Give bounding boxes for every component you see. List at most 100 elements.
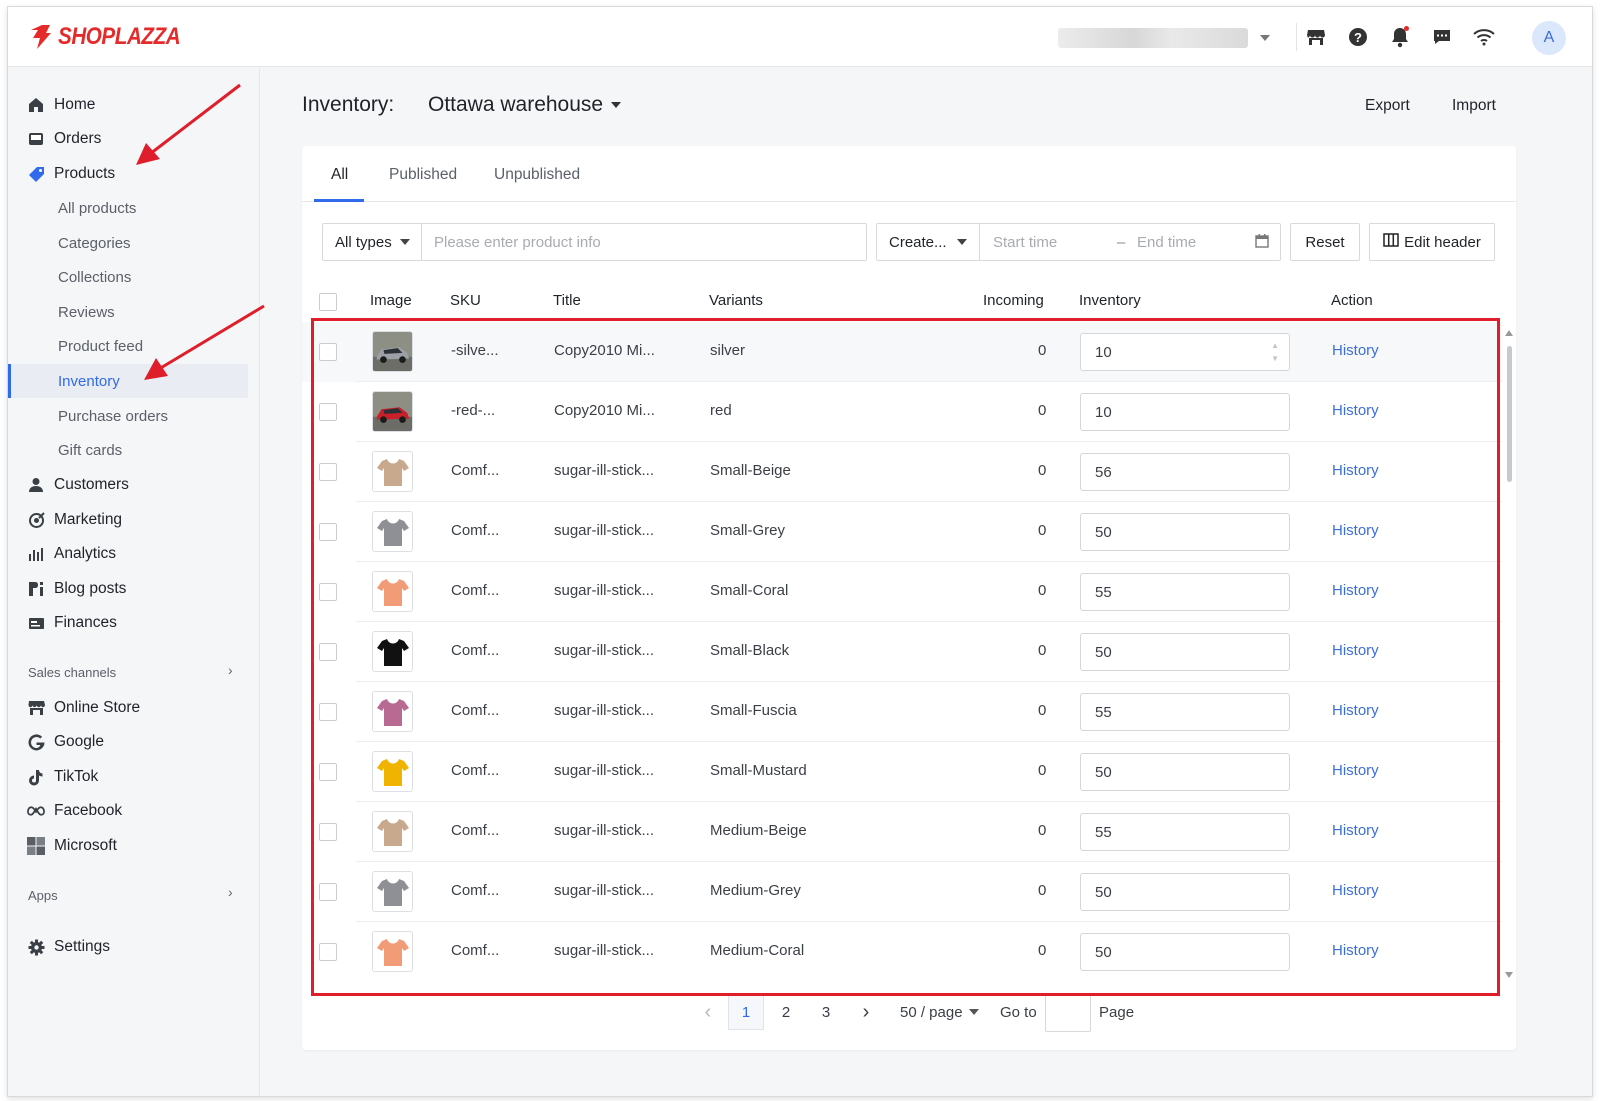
scroll-down-arrow-icon[interactable] — [1505, 972, 1513, 978]
history-link[interactable]: History — [1332, 762, 1379, 779]
history-link[interactable]: History — [1332, 342, 1379, 359]
row-checkbox[interactable] — [319, 523, 337, 541]
sidebar-item-facebook[interactable]: Facebook — [8, 794, 248, 828]
row-checkbox[interactable] — [319, 883, 337, 901]
start-time-input[interactable]: Start time — [993, 234, 1057, 251]
chevron-right-icon[interactable]: › — [228, 662, 233, 678]
tab-all[interactable]: All — [331, 166, 348, 184]
inventory-input[interactable]: 10 — [1080, 393, 1290, 431]
sidebar-subitem-inventory[interactable]: Inventory — [8, 364, 248, 398]
row-checkbox[interactable] — [319, 583, 337, 601]
sidebar-subitem-reviews[interactable]: Reviews — [8, 295, 248, 329]
tab-published[interactable]: Published — [389, 166, 457, 184]
inventory-input[interactable]: 50 — [1080, 753, 1290, 791]
sidebar-item-google[interactable]: Google — [8, 725, 248, 759]
inventory-input[interactable]: 50 — [1080, 633, 1290, 671]
avatar[interactable]: A — [1532, 21, 1566, 55]
wifi-icon[interactable] — [1472, 25, 1496, 49]
row-checkbox[interactable] — [319, 643, 337, 661]
sidebar-item-online-store[interactable]: Online Store — [8, 691, 248, 725]
sidebar-item-tiktok[interactable]: TikTok — [8, 760, 248, 794]
sidebar-subitem-categories[interactable]: Categories — [8, 226, 248, 260]
sidebar-item-customers[interactable]: Customers — [8, 468, 248, 502]
stepper-arrows-icon[interactable]: ▲ ▼ — [1271, 339, 1279, 365]
row-checkbox[interactable] — [319, 763, 337, 781]
next-page-icon[interactable]: › — [854, 994, 878, 1030]
row-checkbox[interactable] — [319, 403, 337, 421]
prev-page-icon[interactable]: ‹ — [696, 994, 720, 1030]
row-checkbox[interactable] — [319, 943, 337, 961]
scroll-up-arrow-icon[interactable] — [1505, 330, 1513, 336]
product-search-input[interactable]: Please enter product info — [421, 223, 867, 261]
goto-page-input[interactable] — [1045, 994, 1091, 1032]
column-header-title[interactable]: Title — [553, 292, 581, 309]
sidebar-subitem-collections[interactable]: Collections — [8, 260, 248, 294]
inventory-input[interactable]: 50 — [1080, 933, 1290, 971]
page-1-button[interactable]: 1 — [728, 994, 764, 1030]
page-3-button[interactable]: 3 — [808, 994, 844, 1030]
sidebar-subitem-all-products[interactable]: All products — [8, 191, 248, 225]
sidebar-item-products[interactable]: Products — [8, 157, 248, 191]
variant-cell: Small-Grey — [710, 522, 786, 539]
history-link[interactable]: History — [1332, 702, 1379, 719]
table-header: Image SKU Title Variants Incoming Invent… — [302, 280, 1502, 322]
sidebar-item-microsoft[interactable]: Microsoft — [8, 829, 248, 863]
history-link[interactable]: History — [1332, 882, 1379, 899]
row-checkbox[interactable] — [319, 823, 337, 841]
history-link[interactable]: History — [1332, 582, 1379, 599]
chat-icon[interactable] — [1430, 25, 1454, 49]
inventory-input[interactable]: 56 — [1080, 453, 1290, 491]
meta-icon — [27, 802, 45, 820]
sidebar-item-settings[interactable]: Settings — [8, 930, 248, 964]
inventory-input[interactable]: 50 — [1080, 873, 1290, 911]
scroll-thumb[interactable] — [1507, 346, 1512, 482]
brand-logo[interactable]: SHOPLAZZA — [28, 23, 200, 51]
inventory-input[interactable]: 10 ▲ ▼ — [1080, 333, 1290, 371]
row-checkbox[interactable] — [319, 703, 337, 721]
sidebar-item-label: Online Store — [54, 699, 141, 716]
type-select[interactable]: All types — [322, 223, 422, 261]
bell-icon[interactable] — [1388, 25, 1412, 49]
caret-down-icon — [611, 102, 622, 108]
store-icon[interactable] — [1304, 25, 1328, 49]
history-link[interactable]: History — [1332, 402, 1379, 419]
sidebar-item-home[interactable]: Home — [8, 88, 248, 122]
sidebar-subitem-purchase-orders[interactable]: Purchase orders — [8, 399, 248, 433]
table-scrollbar[interactable] — [1504, 330, 1514, 978]
history-link[interactable]: History — [1332, 822, 1379, 839]
history-link[interactable]: History — [1332, 642, 1379, 659]
warehouse-selector[interactable]: Ottawa warehouse — [428, 93, 622, 117]
export-button[interactable]: Export — [1365, 97, 1410, 115]
date-type-select[interactable]: Create... — [876, 223, 980, 261]
sidebar-item-blog-posts[interactable]: Blog posts — [8, 572, 248, 606]
end-time-input[interactable]: End time — [1137, 234, 1196, 251]
sidebar-item-orders[interactable]: Orders — [8, 122, 248, 156]
sidebar-subitem-product-feed[interactable]: Product feed — [8, 329, 248, 363]
inventory-input[interactable]: 55 — [1080, 573, 1290, 611]
date-range-picker[interactable]: Start time – End time — [979, 223, 1281, 261]
row-checkbox[interactable] — [319, 463, 337, 481]
select-all-checkbox[interactable] — [319, 293, 337, 311]
tab-unpublished[interactable]: Unpublished — [494, 166, 580, 184]
history-link[interactable]: History — [1332, 462, 1379, 479]
column-header-sku[interactable]: SKU — [450, 292, 481, 309]
column-header-inventory[interactable]: Inventory — [1079, 292, 1141, 309]
edit-header-button[interactable]: Edit header — [1369, 223, 1495, 261]
import-button[interactable]: Import — [1452, 97, 1496, 115]
sidebar-item-marketing[interactable]: Marketing — [8, 503, 248, 537]
chevron-right-icon[interactable]: › — [228, 884, 233, 900]
sidebar-item-finances[interactable]: Finances — [8, 606, 248, 640]
store-selector[interactable] — [1058, 27, 1278, 49]
page-size-select[interactable]: 50 / page — [900, 994, 979, 1030]
sidebar-subitem-gift-cards[interactable]: Gift cards — [8, 433, 248, 467]
inventory-input[interactable]: 50 — [1080, 513, 1290, 551]
row-checkbox[interactable] — [319, 343, 337, 361]
sidebar-item-analytics[interactable]: Analytics — [8, 537, 248, 571]
inventory-input[interactable]: 55 — [1080, 813, 1290, 851]
reset-button[interactable]: Reset — [1290, 223, 1360, 261]
page-2-button[interactable]: 2 — [768, 994, 804, 1030]
help-icon[interactable]: ? — [1346, 25, 1370, 49]
inventory-input[interactable]: 55 — [1080, 693, 1290, 731]
history-link[interactable]: History — [1332, 942, 1379, 959]
history-link[interactable]: History — [1332, 522, 1379, 539]
